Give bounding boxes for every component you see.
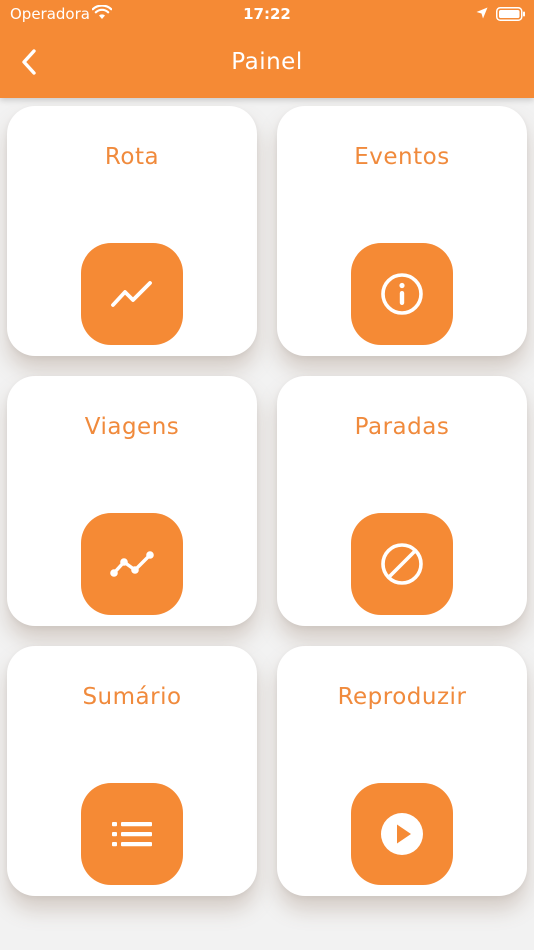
card-label: Reproduzir bbox=[337, 684, 467, 710]
app-header: Operadora 17:22 Painel bbox=[0, 0, 534, 98]
card-icon-tile bbox=[351, 783, 453, 885]
card-icon-tile bbox=[351, 243, 453, 345]
route-trend-icon bbox=[111, 281, 152, 307]
card-icon-tile bbox=[81, 243, 183, 345]
location-arrow-icon bbox=[476, 7, 488, 19]
status-bar: Operadora 17:22 bbox=[0, 0, 534, 28]
card-viagens[interactable]: Viagens bbox=[7, 376, 257, 626]
info-icon bbox=[381, 273, 423, 315]
card-icon-tile bbox=[351, 513, 453, 615]
battery-icon bbox=[496, 7, 525, 21]
list-icon bbox=[112, 822, 152, 847]
card-paradas[interactable]: Paradas bbox=[277, 376, 527, 626]
stop-block-icon bbox=[381, 543, 423, 585]
page-title: Painel bbox=[231, 49, 303, 75]
card-label: Rota bbox=[104, 144, 160, 170]
card-icon-tile bbox=[81, 513, 183, 615]
card-label: Eventos bbox=[354, 144, 450, 170]
play-icon bbox=[381, 813, 423, 855]
card-eventos[interactable]: Eventos bbox=[277, 106, 527, 356]
card-icon-tile bbox=[81, 783, 183, 885]
card-label: Paradas bbox=[354, 414, 450, 440]
trips-line-icon bbox=[110, 551, 154, 577]
card-reproduzir[interactable]: Reproduzir bbox=[277, 646, 527, 896]
card-sumario[interactable]: Sumário bbox=[7, 646, 257, 896]
card-label: Viagens bbox=[84, 414, 180, 440]
card-label: Sumário bbox=[82, 684, 182, 710]
card-rota[interactable]: Rota bbox=[7, 106, 257, 356]
clock-time: 17:22 bbox=[243, 5, 291, 23]
navigation-bar: Painel bbox=[0, 28, 534, 98]
